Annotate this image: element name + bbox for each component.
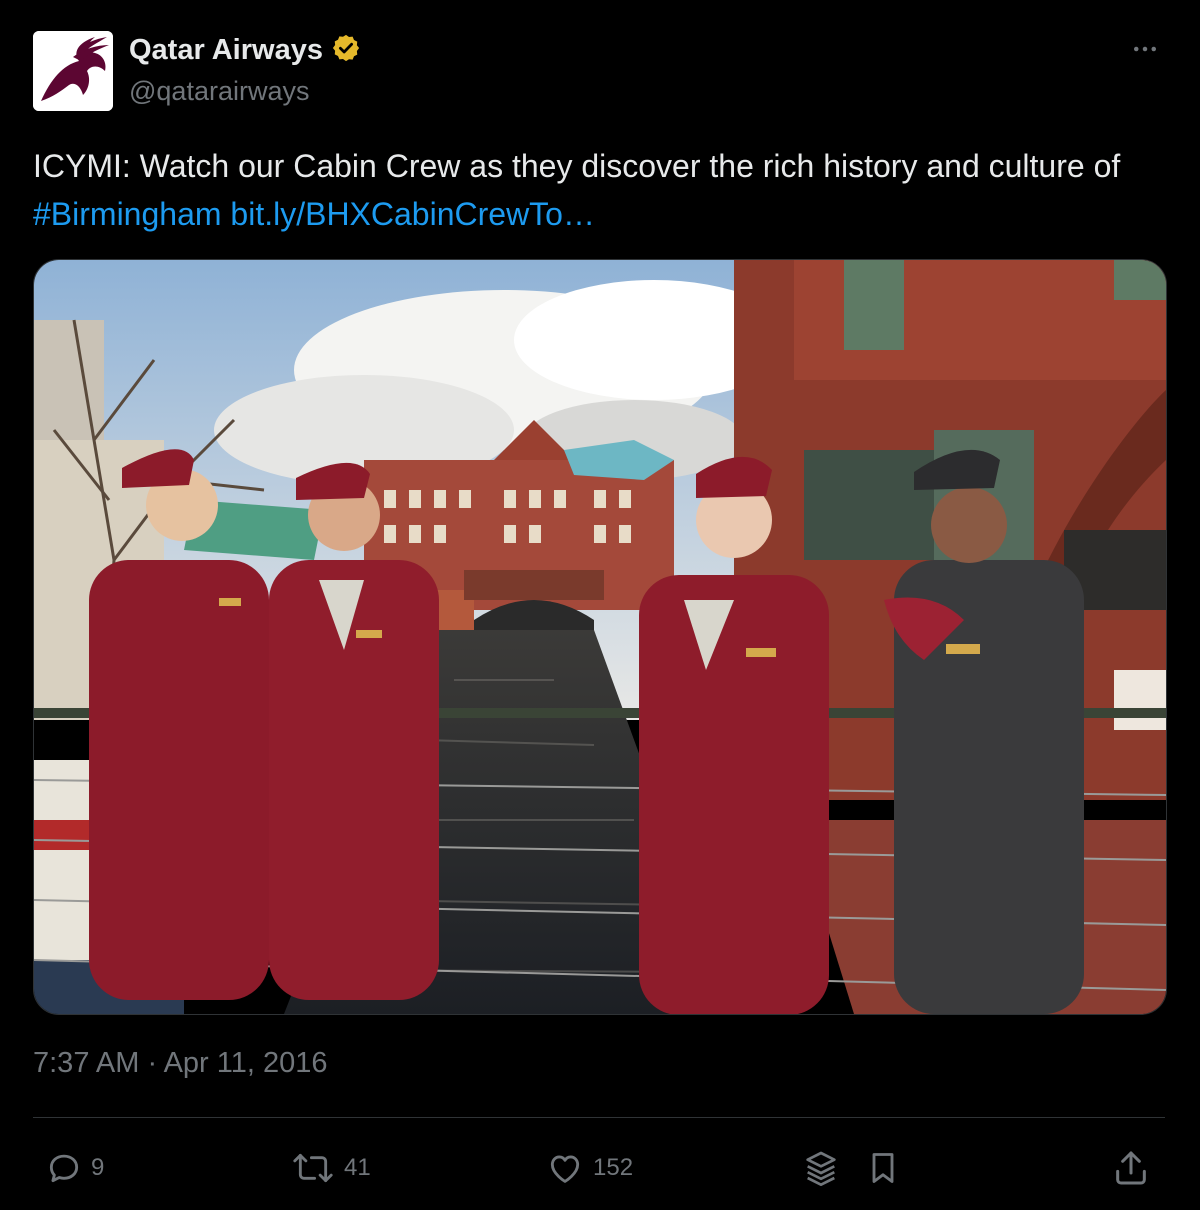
more-icon [1134, 46, 1156, 52]
grok-button[interactable] [801, 1140, 841, 1196]
like-icon [550, 1155, 580, 1183]
like-count: 152 [593, 1154, 634, 1181]
tweet-text: ICYMI: Watch our Cabin Crew as they disc… [33, 142, 1153, 238]
reply-count: 9 [91, 1154, 105, 1181]
author-name[interactable]: Qatar Airways [129, 34, 323, 67]
grok-icon [806, 1151, 836, 1186]
like-button[interactable]: 152 [545, 1140, 633, 1196]
action-bar: 9 41 152 [33, 1140, 1165, 1196]
tweet-photo[interactable] [33, 259, 1167, 1015]
url-link[interactable]: bit.ly/BHXCabinCrewTo… [230, 196, 595, 232]
author-name-row[interactable]: Qatar Airways [129, 33, 361, 68]
divider [33, 1117, 1165, 1118]
bookmark-icon [872, 1153, 894, 1183]
share-button[interactable] [1111, 1140, 1151, 1196]
tweet-timestamp[interactable]: 7:37 AM · Apr 11, 2016 [33, 1047, 328, 1080]
repost-count: 41 [344, 1154, 371, 1181]
repost-icon [293, 1153, 333, 1183]
avatar[interactable] [33, 31, 113, 111]
tweet-text-body: ICYMI: Watch our Cabin Crew as they disc… [33, 148, 1121, 184]
author-handle[interactable]: @qatarairways [129, 76, 309, 107]
hashtag-link[interactable]: #Birmingham [33, 196, 222, 232]
verified-badge-icon [331, 33, 361, 68]
cabin-crew-photo [34, 260, 1166, 1014]
share-icon [1116, 1151, 1146, 1185]
repost-button[interactable]: 41 [290, 1140, 371, 1196]
bookmark-button[interactable] [865, 1140, 901, 1196]
reply-icon [49, 1154, 79, 1183]
more-button[interactable] [1128, 32, 1162, 66]
reply-button[interactable]: 9 [45, 1140, 104, 1196]
oryx-logo-icon [33, 31, 113, 111]
